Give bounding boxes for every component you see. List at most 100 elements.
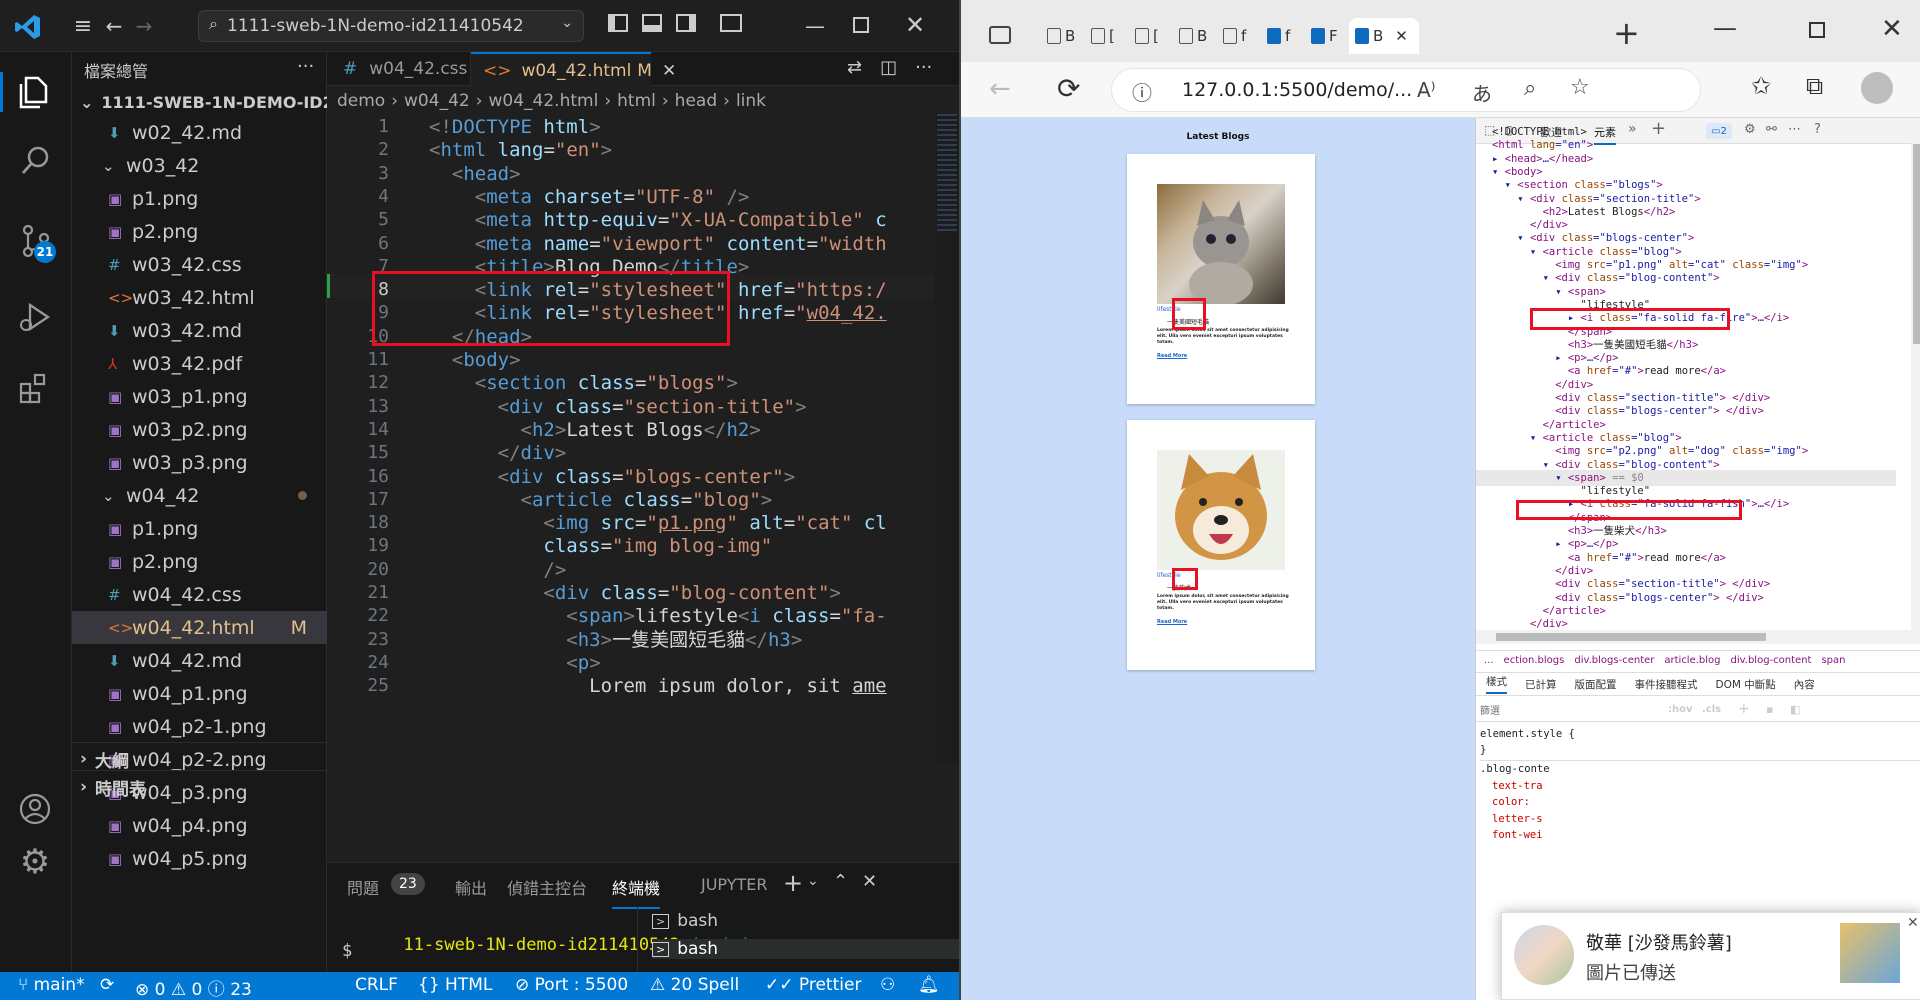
- back-icon[interactable]: ←: [989, 74, 1011, 104]
- eol-status[interactable]: CRLF: [355, 975, 398, 995]
- dom-breadcrumb-item[interactable]: div.blogs-center: [1574, 655, 1654, 666]
- scroll-thumb[interactable]: [1913, 144, 1920, 344]
- css-property[interactable]: color:: [1492, 794, 1543, 810]
- styles-tab[interactable]: 已計算: [1525, 677, 1557, 692]
- tab-actions-icon[interactable]: [989, 26, 1011, 44]
- file-row[interactable]: ⬇ w03_42.md: [72, 314, 327, 347]
- blog-content-rule-selector[interactable]: .blog-conte: [1480, 760, 1920, 777]
- tab-terminal[interactable]: 終端機: [612, 875, 661, 909]
- folder-row[interactable]: ⌄ w03_42: [72, 149, 327, 182]
- sidebar-icon[interactable]: ◧: [1790, 703, 1800, 716]
- breadcrumb-item[interactable]: link: [736, 91, 766, 111]
- file-row[interactable]: ⬇ w02_42.md: [72, 116, 327, 149]
- read-more-link[interactable]: Read More: [1157, 619, 1187, 625]
- file-row[interactable]: <> w03_42.html: [72, 281, 327, 314]
- css-property[interactable]: font-wei: [1492, 827, 1543, 843]
- file-row[interactable]: ⬇ w04_42.md: [72, 644, 327, 677]
- sync-icon[interactable]: ⟳: [100, 975, 114, 995]
- browser-tab[interactable]: f: [1217, 18, 1261, 54]
- code-editor[interactable]: 1 <!DOCTYPE html> 2 <html lang="en"> 3 <head…: [327, 114, 959, 762]
- breadcrumb-item[interactable]: head: [675, 91, 717, 111]
- timeline-section[interactable]: › 時間表: [72, 770, 327, 803]
- dom-tree[interactable]: <!DOCTYPE html> <html lang="en"> ▸ <head>……: [1476, 124, 1912, 634]
- dom-breadcrumb-item[interactable]: div.blog-content: [1731, 655, 1812, 666]
- chevron-down-icon[interactable]: ⌄: [561, 15, 573, 31]
- rule-properties[interactable]: text-tra color: letter-s font-wei: [1492, 778, 1543, 843]
- profile-avatar[interactable]: [1861, 72, 1893, 104]
- paint-icon[interactable]: ▪: [1766, 703, 1773, 716]
- read-more-link[interactable]: Read More: [1157, 353, 1187, 359]
- spell-status[interactable]: ⚠ 20 Spell: [650, 975, 739, 995]
- breadcrumb-item[interactable]: w04_42.html: [489, 91, 599, 111]
- run-debug-icon[interactable]: [18, 300, 52, 334]
- file-row[interactable]: ▣ p2.png: [72, 215, 327, 248]
- translate-icon[interactable]: あ: [1472, 78, 1492, 107]
- zoom-icon[interactable]: ⌕: [1524, 76, 1536, 101]
- hov-toggle[interactable]: :hov: [1668, 704, 1693, 715]
- element-style-rule[interactable]: element.style {: [1480, 726, 1575, 742]
- prettier-status[interactable]: ✓✓ Prettier: [765, 975, 861, 995]
- live-server-status[interactable]: ⊘ Port : 5500: [515, 975, 628, 995]
- favorites-icon[interactable]: ✩: [1751, 72, 1771, 100]
- command-center-search[interactable]: ⌕ 1111-sweb-1N-demo-id211410542 ⌄: [198, 10, 584, 42]
- scroll-thumb[interactable]: [1496, 633, 1766, 641]
- problems-status[interactable]: ⊗ 0 ⚠ 0 ⓘ 23: [135, 975, 252, 1000]
- account-icon[interactable]: [18, 792, 52, 826]
- site-info-icon[interactable]: ⓘ: [1132, 77, 1152, 106]
- file-row[interactable]: ▣ w03_p1.png: [72, 380, 327, 413]
- close-icon[interactable]: ✕: [900, 10, 930, 40]
- breadcrumb-item[interactable]: w04_42: [404, 91, 470, 111]
- file-row[interactable]: <> w04_42.html M: [72, 611, 327, 644]
- git-branch-icon[interactable]: ⑂ main*: [18, 975, 85, 995]
- dom-breadcrumb-item[interactable]: article.blog: [1664, 655, 1720, 666]
- compare-icon[interactable]: ⇄: [847, 57, 862, 78]
- file-row[interactable]: ▣ w03_p2.png: [72, 413, 327, 446]
- styles-tab[interactable]: DOM 中斷點: [1716, 677, 1776, 692]
- chevron-down-icon[interactable]: ⌄: [807, 873, 819, 889]
- tab-w04-html[interactable]: <> w04_42.html M ✕: [471, 52, 676, 87]
- folder-row[interactable]: ⌄ w04_42: [72, 479, 327, 512]
- search-icon[interactable]: [20, 144, 52, 176]
- breadcrumb-item[interactable]: demo: [337, 91, 385, 111]
- bell-icon[interactable]: 🔔︎: [918, 975, 940, 995]
- close-tab-icon[interactable]: ✕: [1395, 27, 1408, 45]
- explorer-icon[interactable]: [18, 72, 52, 110]
- styles-tab[interactable]: 版面配置: [1575, 677, 1617, 692]
- file-row[interactable]: ▣ w04_p1.png: [72, 677, 327, 710]
- dom-breadcrumb-item[interactable]: ...: [1484, 655, 1494, 666]
- browser-tab[interactable]: B ✕: [1349, 18, 1419, 54]
- back-icon[interactable]: ←: [102, 12, 126, 40]
- toggle-secondary-sidebar-icon[interactable]: [676, 14, 696, 32]
- new-terminal-icon[interactable]: +: [783, 869, 803, 897]
- more-actions-icon[interactable]: ···: [297, 56, 314, 77]
- terminal-item[interactable]: > bash: [652, 911, 718, 931]
- cls-toggle[interactable]: .cls: [1702, 704, 1721, 715]
- collections-icon[interactable]: ⧉: [1806, 72, 1823, 100]
- maximize-icon[interactable]: [1809, 22, 1825, 38]
- accounts-status-icon[interactable]: ⚇: [880, 975, 895, 995]
- new-rule-icon[interactable]: +: [1738, 701, 1750, 717]
- styles-filter-input[interactable]: [1480, 702, 1660, 720]
- toggle-sidebar-icon[interactable]: [608, 14, 628, 32]
- file-row[interactable]: ▣ w03_p3.png: [72, 446, 327, 479]
- maximize-icon[interactable]: [853, 17, 869, 33]
- file-row[interactable]: ▣ p1.png: [72, 512, 327, 545]
- close-tab-icon[interactable]: ✕: [662, 61, 676, 81]
- customize-layout-icon[interactable]: [720, 14, 742, 32]
- code-line[interactable]: Lorem ipsum dolor, sit ame: [429, 672, 934, 700]
- close-icon[interactable]: ✕: [1881, 14, 1903, 44]
- tab-problems[interactable]: 問題: [347, 875, 379, 899]
- file-row[interactable]: ▣ w04_p2-1.png: [72, 710, 327, 743]
- address-bar[interactable]: ⓘ 127.0.0.1:5500/demo/... A⁾ あ ⌕ ☆: [1111, 68, 1701, 112]
- dom-breadcrumb-item[interactable]: ection.blogs: [1504, 655, 1565, 666]
- dom-scrollbar[interactable]: [1911, 126, 1920, 631]
- browser-tab[interactable]: f: [1261, 18, 1305, 54]
- minimize-icon[interactable]: —: [1713, 14, 1737, 42]
- browser-tab[interactable]: [: [1085, 18, 1129, 54]
- file-row[interactable]: ▣ w04_p4.png: [72, 809, 327, 842]
- css-property[interactable]: letter-s: [1492, 811, 1543, 827]
- file-row[interactable]: # w03_42.css: [72, 248, 327, 281]
- extensions-icon[interactable]: [18, 372, 52, 406]
- styles-tab[interactable]: 內容: [1794, 677, 1815, 692]
- styles-tab[interactable]: 樣式: [1486, 674, 1507, 694]
